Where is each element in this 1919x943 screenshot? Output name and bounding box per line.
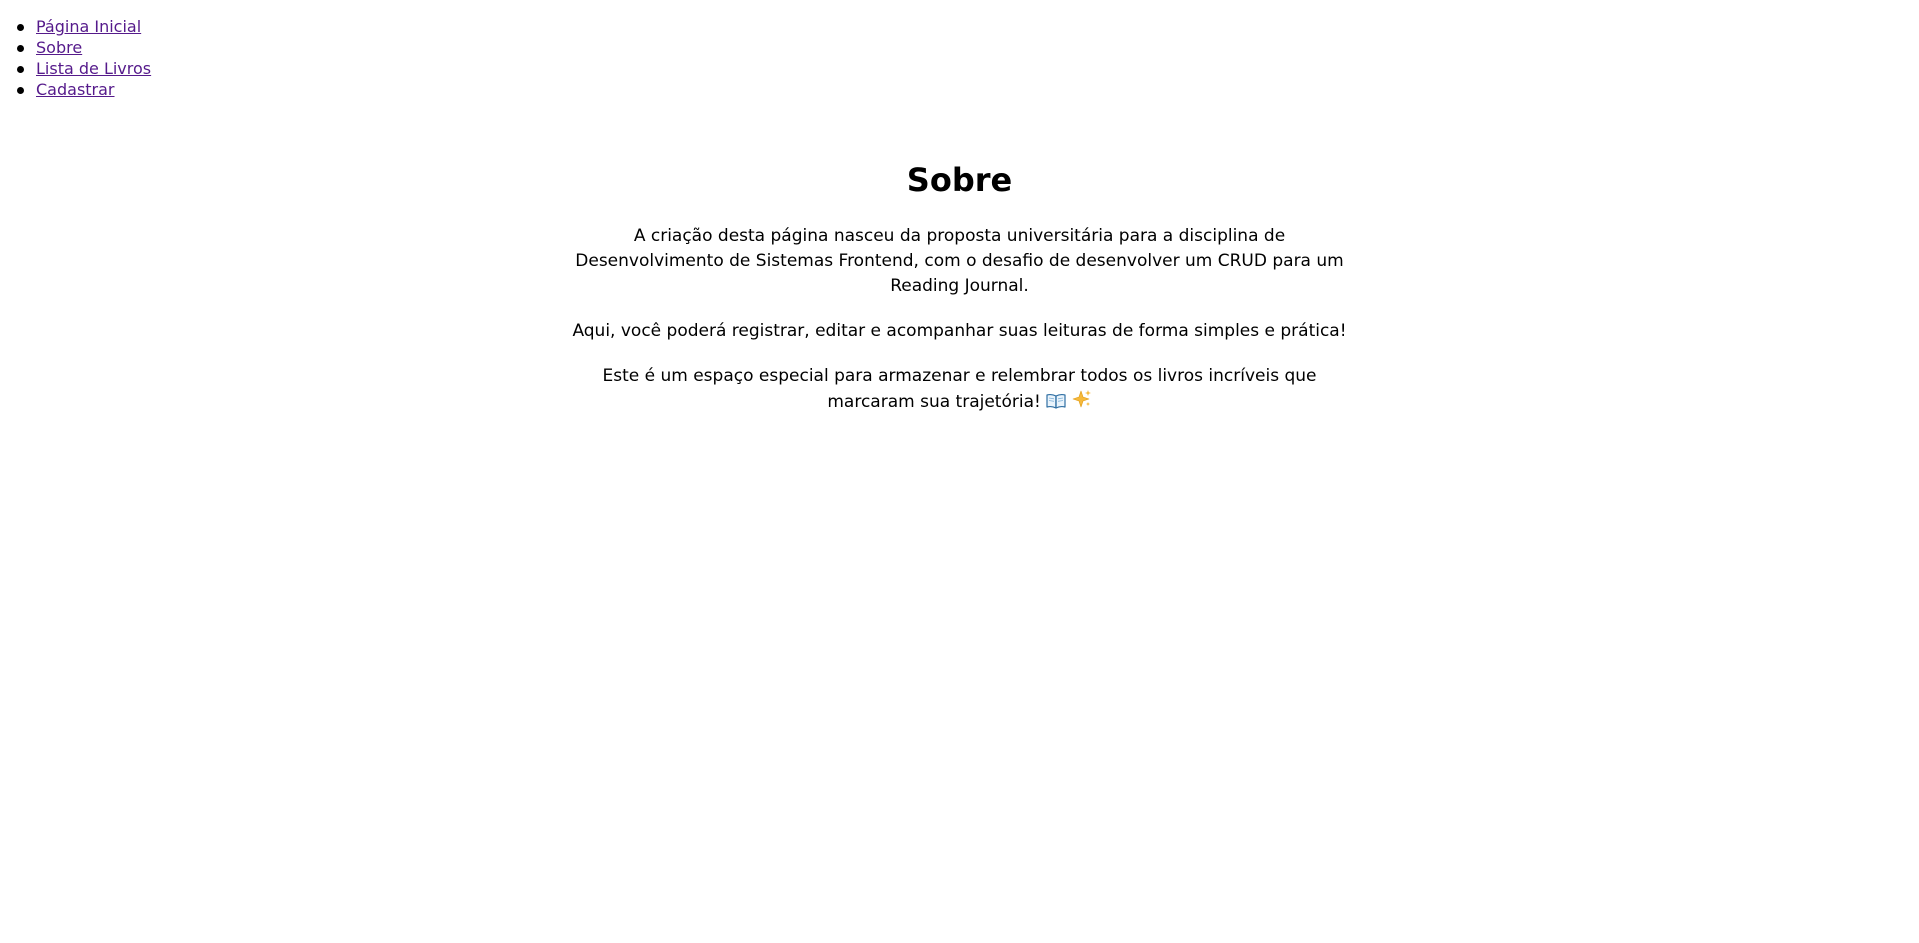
nav-link-home[interactable]: Página Inicial (36, 17, 141, 36)
bullet-icon (17, 87, 24, 94)
bullet-icon (17, 24, 24, 31)
about-paragraph-features: Aqui, você poderá registrar, editar e ac… (572, 321, 1347, 341)
nav-item-home: Página Inicial (17, 16, 151, 37)
nav-link-register[interactable]: Cadastrar (36, 80, 115, 99)
nav-link-about[interactable]: Sobre (36, 38, 82, 57)
bullet-icon (17, 66, 24, 73)
sparkles-icon (1072, 389, 1092, 417)
nav-item-book-list: Lista de Livros (17, 58, 151, 79)
nav-item-register: Cadastrar (17, 79, 151, 100)
page-title: Sobre (906, 161, 1013, 199)
nav-item-about: Sobre (17, 37, 151, 58)
nav-link-book-list[interactable]: Lista de Livros (36, 59, 151, 78)
about-paragraph-origin: A criação desta página nasceu da propost… (575, 226, 1344, 296)
about-section: Sobre A criação desta página nasceu da p… (0, 158, 1919, 417)
about-text: A criação desta página nasceu da propost… (565, 224, 1355, 417)
about-paragraph-purpose-text: Este é um espaço especial para armazenar… (602, 366, 1317, 412)
bullet-icon (17, 45, 24, 52)
open-book-icon (1046, 392, 1066, 417)
nav-list: Página Inicial Sobre Lista de Livros Cad… (0, 0, 151, 100)
about-paragraph-purpose: Este é um espaço especial para armazenar… (565, 364, 1355, 417)
main-navigation: Página Inicial Sobre Lista de Livros Cad… (0, 0, 151, 100)
